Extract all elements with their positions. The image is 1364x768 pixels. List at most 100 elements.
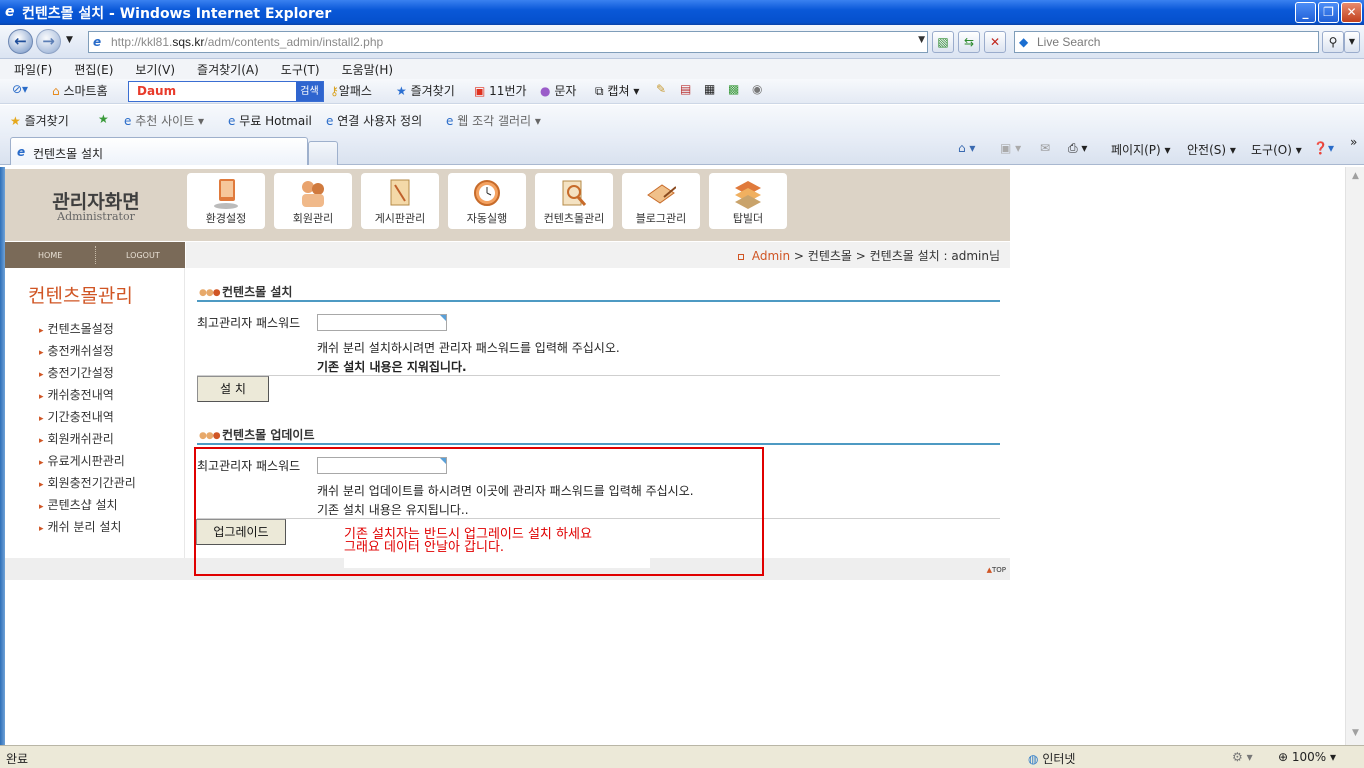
address-dropdown-icon[interactable]: ▼ bbox=[918, 35, 925, 45]
new-tab-button[interactable] bbox=[308, 141, 338, 165]
capture-icon: ⧉ bbox=[595, 84, 604, 98]
ie-page-icon: e bbox=[326, 114, 334, 128]
back-button[interactable]: ← bbox=[8, 29, 33, 54]
page-menu[interactable]: 페이지(P) ▾ bbox=[1111, 141, 1171, 158]
recommended-sites[interactable]: e 추천 사이트 ▾ bbox=[124, 112, 204, 129]
recommended-label: 추천 사이트 bbox=[135, 114, 195, 128]
sidebar-item-cash-settings[interactable]: 충전캐쉬설정 bbox=[39, 342, 114, 359]
update-title: 컨텐츠몰 업데이트 bbox=[222, 428, 315, 442]
menu-edit[interactable]: 편집(E) bbox=[60, 59, 121, 78]
refresh-icon[interactable]: ⇆ bbox=[958, 31, 980, 53]
notebook-icon[interactable]: ▤ bbox=[680, 82, 691, 96]
search-go-icon[interactable]: ⚲ bbox=[1322, 31, 1344, 53]
daum-search-input[interactable]: Daum 검색 bbox=[128, 81, 324, 102]
menu-topbuilder[interactable]: 탑빌더 bbox=[709, 173, 787, 229]
sidebar-item-member-cash[interactable]: 회원캐쉬관리 bbox=[39, 430, 114, 447]
alpass-label: 알패스 bbox=[338, 84, 372, 98]
11st-button[interactable]: ▣ 11번가 bbox=[474, 82, 527, 99]
close-button[interactable]: ✕ bbox=[1341, 2, 1362, 23]
daum-search-button[interactable]: 검색 bbox=[296, 82, 323, 101]
sidebar-item-period-settings[interactable]: 충전기간설정 bbox=[39, 364, 114, 381]
save-icon[interactable]: ▦ bbox=[704, 82, 715, 96]
divider bbox=[95, 246, 96, 264]
menu-view[interactable]: 보기(V) bbox=[121, 59, 183, 78]
webslice-gallery-link[interactable]: e 웹 조각 갤러리 ▾ bbox=[446, 112, 541, 129]
chevron-more-icon[interactable]: » bbox=[1350, 135, 1357, 149]
scroll-up-icon[interactable]: ▲ bbox=[1349, 171, 1362, 184]
zone-indicator[interactable]: ◍ 인터넷 bbox=[1028, 750, 1075, 767]
add-favorite-icon[interactable]: ★ bbox=[98, 112, 109, 126]
compat-view-icon[interactable]: ▧ bbox=[932, 31, 954, 53]
install-password-input[interactable] bbox=[317, 314, 447, 331]
install-warning: 기존 설치 내용은 지워집니다. bbox=[317, 360, 467, 374]
excel-icon[interactable]: ▩ bbox=[728, 82, 739, 96]
home-link[interactable]: HOME bbox=[38, 251, 62, 260]
minimize-button[interactable]: _ bbox=[1295, 2, 1316, 23]
toolbar-favorites-label: 즐겨찾기 bbox=[410, 84, 455, 98]
menu-settings[interactable]: 환경설정 bbox=[187, 173, 265, 229]
scroll-down-icon[interactable]: ▼ bbox=[1349, 728, 1362, 741]
sidebar-item-settings[interactable]: 컨텐츠몰설정 bbox=[39, 320, 114, 337]
daum-logo: Daum bbox=[137, 84, 177, 98]
tools-menu[interactable]: 도구(O) ▾ bbox=[1251, 141, 1302, 158]
forward-button[interactable]: → bbox=[36, 29, 61, 54]
toolbar-favorites-button[interactable]: ★ 즐겨찾기 bbox=[396, 82, 455, 99]
menu-help[interactable]: 도움말(H) bbox=[328, 59, 402, 78]
menu-boards[interactable]: 게시판관리 bbox=[361, 173, 439, 229]
clean-icon[interactable]: ✎ bbox=[656, 82, 666, 96]
hotmail-link[interactable]: e 무료 Hotmail bbox=[228, 112, 312, 129]
zoom-control[interactable]: ⊕ 100% ▾ bbox=[1278, 750, 1336, 764]
tab-current[interactable]: e 컨텐츠몰 설치 bbox=[10, 137, 308, 165]
address-bar[interactable]: e http://kkl81.sqs.kr/adm/contents_admin… bbox=[88, 31, 928, 53]
admin-logo[interactable]: 관리자화면 Administrator bbox=[5, 169, 187, 241]
custom-links-link[interactable]: e 연결 사용자 정의 bbox=[326, 112, 422, 129]
breadcrumb-admin[interactable]: Admin bbox=[752, 249, 790, 263]
protected-mode-icon[interactable]: ⚙ ▾ bbox=[1232, 750, 1253, 764]
feeds-icon[interactable]: ▣ ▾ bbox=[1000, 141, 1021, 155]
toolbar-options-icon[interactable]: ⊘▾ bbox=[12, 82, 28, 96]
sidebar-item-contentshop-install[interactable]: 콘텐츠샵 설치 bbox=[39, 496, 118, 513]
top-link[interactable]: ▲TOP bbox=[987, 566, 1006, 574]
tab-title: 컨텐츠몰 설치 bbox=[33, 147, 104, 161]
alpass-button[interactable]: ⚷알패스 bbox=[330, 82, 372, 99]
favorites-button[interactable]: ★ 즐겨찾기 bbox=[10, 112, 69, 129]
menu-tools[interactable]: 도구(T) bbox=[267, 59, 328, 78]
search-input[interactable]: ◆ Live Search bbox=[1014, 31, 1319, 53]
menu-contentsmall[interactable]: 컨텐츠몰관리 bbox=[535, 173, 613, 229]
menu-blog[interactable]: 블로그관리 bbox=[622, 173, 700, 229]
vertical-scrollbar[interactable]: ▲ ▼ bbox=[1345, 167, 1364, 745]
more-icon[interactable]: ◉ bbox=[752, 82, 762, 96]
capture-button[interactable]: ⧉ 캡쳐 ▾ bbox=[595, 82, 639, 99]
mail-icon[interactable]: ✉ bbox=[1040, 141, 1050, 155]
sidebar-item-period-history[interactable]: 기간충전내역 bbox=[39, 408, 114, 425]
capture-label: 캡쳐 bbox=[607, 84, 630, 98]
install-button[interactable]: 설 치 bbox=[197, 376, 269, 402]
sidebar-item-paid-board[interactable]: 유료게시판관리 bbox=[39, 452, 125, 469]
install-password-label: 최고관리자 패스워드 bbox=[197, 316, 301, 330]
home-logout-bar: HOME LOGOUT bbox=[5, 242, 185, 268]
sms-button[interactable]: ● 문자 bbox=[540, 82, 576, 99]
stop-icon[interactable]: ✕ bbox=[984, 31, 1006, 53]
sidebar-item-cash-history[interactable]: 캐쉬충전내역 bbox=[39, 386, 114, 403]
maximize-button[interactable]: ❐ bbox=[1318, 2, 1339, 23]
search-options-icon[interactable]: ▼ bbox=[1344, 31, 1360, 53]
sidebar-item-cash-split-install[interactable]: 캐쉬 분리 설치 bbox=[39, 518, 122, 535]
history-dropdown-icon[interactable]: ▼ bbox=[66, 35, 73, 45]
menu-auto-run[interactable]: 자동실행 bbox=[448, 173, 526, 229]
smarthome-button[interactable]: ⌂ 스마트홈 bbox=[52, 82, 108, 99]
menu-members[interactable]: 회원관리 bbox=[274, 173, 352, 229]
menu-file[interactable]: 파일(F) bbox=[0, 59, 60, 78]
menu-favorites[interactable]: 즐겨찾기(A) bbox=[183, 59, 267, 78]
print-icon[interactable]: ⎙ ▾ bbox=[1068, 141, 1087, 156]
safety-menu[interactable]: 안전(S) ▾ bbox=[1187, 141, 1236, 158]
help-icon[interactable]: ❓▾ bbox=[1313, 141, 1334, 155]
home-page-icon[interactable]: ⌂ ▾ bbox=[958, 141, 975, 155]
menu-members-label: 회원관리 bbox=[292, 212, 334, 225]
globe-icon: ◍ bbox=[1028, 752, 1039, 766]
page-menu-label: 페이지(P) bbox=[1111, 143, 1161, 157]
section-dots-icon: ●●● bbox=[199, 431, 221, 441]
breadcrumb-bullet-icon bbox=[737, 253, 744, 260]
logout-link[interactable]: LOGOUT bbox=[126, 251, 160, 260]
favorites-bar: ★ 즐겨찾기 ★ e 추천 사이트 ▾ e 무료 Hotmail e 연결 사용… bbox=[0, 105, 1364, 135]
sidebar-item-member-period[interactable]: 회원충전기간관리 bbox=[39, 474, 136, 491]
